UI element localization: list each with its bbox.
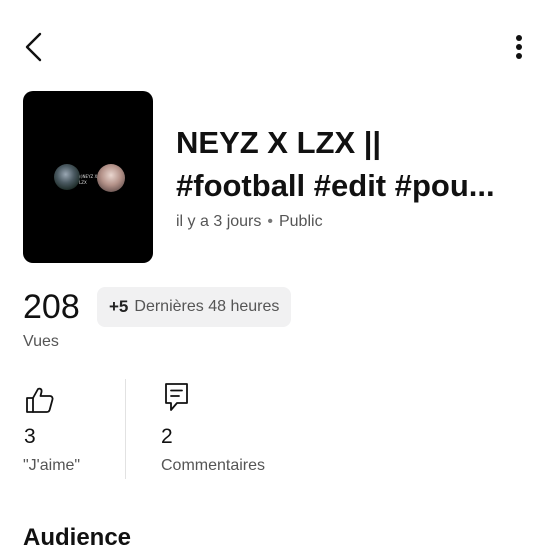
video-title-line-2: #football #edit #pou...	[176, 168, 495, 203]
comment-icon	[165, 383, 188, 411]
views-count: 208	[23, 288, 80, 326]
comments-stat	[163, 381, 191, 413]
video-title: NEYZ X LZX || #football #edit #pou...	[176, 121, 536, 207]
likes-count: 3	[24, 425, 36, 448]
likes-label: "J'aime"	[23, 457, 81, 474]
thumbnail-avatar-right	[97, 164, 125, 192]
video-title-line-1: NEYZ X LZX ||	[176, 125, 382, 160]
chevron-left-icon	[25, 32, 42, 62]
video-thumbnail[interactable]: ﾐ)NEYZ X LZX	[23, 91, 153, 263]
thumbnail-avatar-left	[54, 164, 80, 190]
views-delta-badge: +5 Dernières 48 heures	[97, 287, 292, 327]
views-label: Vues	[23, 333, 59, 350]
visibility-label: Public	[278, 213, 323, 230]
views-delta: +5	[109, 297, 129, 316]
meta-separator: •	[267, 213, 273, 230]
back-button[interactable]	[18, 28, 52, 66]
comments-label: Commentaires	[161, 457, 266, 474]
thumbnail-caption: ﾐ)NEYZ X LZX	[79, 174, 98, 185]
video-meta: il y a 3 jours • Public	[176, 213, 323, 231]
posted-time: il y a 3 jours	[176, 213, 262, 230]
stats-divider	[125, 379, 126, 479]
likes-stat	[25, 386, 55, 414]
more-vertical-icon	[516, 35, 522, 59]
thumbs-up-icon	[26, 387, 54, 413]
views-delta-period: Dernières 48 heures	[134, 298, 280, 315]
more-options-button[interactable]	[504, 30, 534, 64]
audience-section-title: Audience	[23, 524, 132, 551]
comments-count: 2	[161, 425, 173, 448]
